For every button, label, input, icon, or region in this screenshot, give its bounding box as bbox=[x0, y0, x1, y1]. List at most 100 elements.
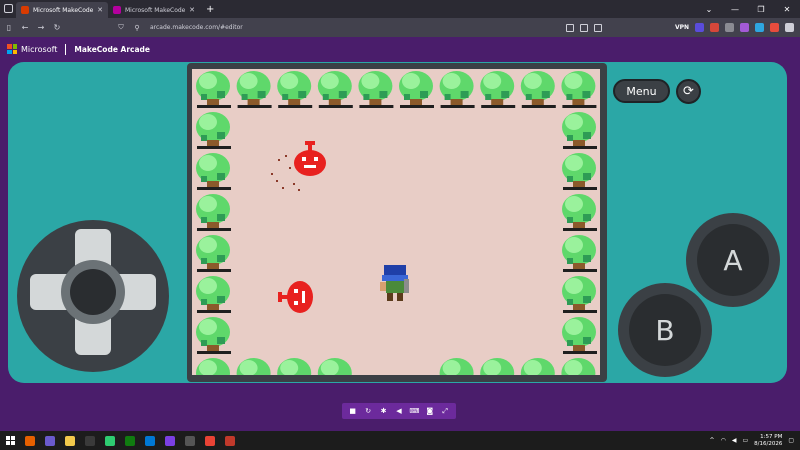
restart-game-button[interactable]: ⟳ bbox=[676, 79, 701, 104]
menu-button[interactable]: Menu bbox=[613, 79, 670, 103]
notifications-icon[interactable]: ▢ bbox=[788, 437, 794, 444]
tree-sprite bbox=[277, 71, 313, 108]
app-icon[interactable] bbox=[165, 435, 175, 446]
tab-title: Microsoft MakeCode Arcade bbox=[33, 6, 94, 14]
window-controls: ⌄ — ❐ ✕ bbox=[696, 0, 800, 18]
extensions-area: VPN bbox=[675, 20, 794, 35]
close-tab-icon[interactable]: ✕ bbox=[97, 6, 103, 14]
tree-sprite bbox=[196, 235, 231, 272]
chevron-up-icon[interactable]: ^ bbox=[710, 437, 715, 444]
battery-icon[interactable]: ▭ bbox=[742, 437, 748, 444]
tree-sprite bbox=[317, 71, 353, 108]
app-icon[interactable] bbox=[45, 435, 55, 446]
keyboard-icon[interactable]: ⌨ bbox=[408, 407, 420, 415]
reload-icon[interactable]: ↻ bbox=[50, 23, 64, 32]
particle bbox=[276, 180, 278, 182]
wifi-icon[interactable]: ◠ bbox=[721, 437, 726, 444]
extension-icon[interactable] bbox=[695, 23, 704, 32]
bookmark-icon[interactable] bbox=[594, 23, 602, 32]
sidebar-icon[interactable]: ▯ bbox=[2, 23, 16, 32]
clock[interactable]: 1:57 PM 8/16/2026 bbox=[754, 434, 782, 448]
windows-start-icon[interactable] bbox=[6, 436, 15, 445]
reader-view-icon[interactable] bbox=[580, 23, 588, 32]
tree-sprite bbox=[277, 358, 312, 375]
extension-icon[interactable] bbox=[755, 23, 764, 32]
app-icon[interactable] bbox=[185, 435, 195, 446]
app-icon[interactable] bbox=[145, 435, 155, 446]
tree-sprite bbox=[562, 317, 597, 354]
particle bbox=[293, 183, 295, 185]
brand-name[interactable]: Microsoft bbox=[21, 45, 57, 54]
browser-tab-bar: Microsoft MakeCode Arcade ✕ Microsoft Ma… bbox=[0, 0, 800, 18]
close-tab-icon[interactable]: ✕ bbox=[189, 6, 195, 14]
url-text: arcade.makecode.com/#editor bbox=[150, 24, 243, 31]
tree-sprite bbox=[561, 358, 596, 375]
app-icon[interactable] bbox=[125, 435, 135, 446]
enemy-sprite bbox=[278, 281, 313, 313]
restart-icon[interactable]: ↻ bbox=[362, 407, 374, 415]
stop-icon[interactable]: ■ bbox=[347, 407, 359, 415]
tree-sprite bbox=[196, 276, 231, 313]
game-canvas[interactable] bbox=[192, 69, 600, 375]
vpn-badge[interactable]: VPN bbox=[675, 24, 689, 31]
header-divider bbox=[65, 43, 67, 55]
clock-date: 8/16/2026 bbox=[754, 440, 783, 447]
particle bbox=[278, 159, 280, 161]
forward-icon[interactable]: → bbox=[34, 23, 48, 32]
screenshot-icon[interactable]: ◙ bbox=[424, 407, 436, 415]
tab-makecode-arcade[interactable]: Microsoft MakeCode Arcade ✕ bbox=[16, 2, 108, 18]
tree-sprite bbox=[358, 71, 394, 108]
game-screen[interactable] bbox=[192, 69, 600, 375]
maximize-icon[interactable]: ❐ bbox=[748, 5, 774, 14]
firefox-icon[interactable] bbox=[25, 435, 35, 446]
back-icon[interactable]: ← bbox=[18, 23, 32, 32]
microsoft-logo-icon bbox=[7, 44, 17, 54]
particle bbox=[271, 173, 273, 175]
new-tab-button[interactable]: + bbox=[206, 4, 214, 15]
list-tabs-icon[interactable]: ⌄ bbox=[696, 5, 722, 14]
tab-makecode-info[interactable]: Microsoft MakeCode - Bring co ✕ bbox=[108, 2, 200, 18]
tab-overview-icon[interactable] bbox=[4, 4, 13, 13]
tree-sprite bbox=[439, 71, 475, 108]
tree-sprite bbox=[520, 358, 555, 375]
fullscreen-icon[interactable]: ⤢ bbox=[439, 407, 451, 416]
picture-in-picture-icon[interactable] bbox=[566, 23, 574, 32]
makecode-header: Microsoft MakeCode Arcade bbox=[0, 37, 800, 61]
windows-taskbar: ^ ◠ ◀ ▭ 1:57 PM 8/16/2026 ▢ bbox=[0, 431, 800, 450]
tree-sprite bbox=[196, 358, 230, 375]
tree-sprite bbox=[196, 153, 231, 190]
tree-sprite bbox=[196, 317, 231, 354]
shield-icon: ⛉ bbox=[118, 23, 124, 31]
tree-sprite bbox=[562, 194, 597, 231]
volume-icon[interactable]: ◀ bbox=[732, 437, 737, 444]
tree-sprite bbox=[439, 358, 474, 375]
app-icon[interactable] bbox=[85, 435, 95, 446]
makecode-favicon-icon bbox=[21, 6, 29, 14]
tree-sprite bbox=[196, 71, 231, 108]
tab-title: Microsoft MakeCode - Bring co bbox=[125, 6, 186, 14]
minimize-icon[interactable]: — bbox=[722, 5, 748, 14]
extension-icon[interactable] bbox=[770, 23, 779, 32]
dpad-center bbox=[70, 269, 116, 315]
b-button[interactable]: B bbox=[629, 294, 701, 366]
extension-icon[interactable] bbox=[710, 23, 719, 32]
menu-icon[interactable] bbox=[785, 23, 794, 32]
close-window-icon[interactable]: ✕ bbox=[774, 5, 800, 14]
file-explorer-icon[interactable] bbox=[65, 435, 75, 446]
chrome-icon[interactable] bbox=[205, 435, 215, 446]
simulator-toolbar: ■ ↻ ✱ ◀ ⌨ ◙ ⤢ bbox=[342, 403, 456, 419]
particle bbox=[282, 187, 284, 189]
tree-sprite bbox=[520, 71, 556, 108]
url-bar[interactable]: ⛉ ⚲ arcade.makecode.com/#editor bbox=[112, 20, 602, 35]
app-icon[interactable] bbox=[105, 435, 115, 446]
tree-sprite bbox=[562, 276, 597, 313]
tree-sprite bbox=[480, 71, 516, 108]
a-button[interactable]: A bbox=[697, 224, 769, 296]
mute-icon[interactable]: ◀ bbox=[393, 407, 405, 415]
product-name[interactable]: MakeCode Arcade bbox=[74, 45, 150, 54]
extension-icon[interactable] bbox=[725, 23, 734, 32]
extension-icon[interactable] bbox=[740, 23, 749, 32]
enemy-sprite bbox=[294, 141, 326, 176]
app-icon[interactable] bbox=[225, 435, 235, 446]
debug-icon[interactable]: ✱ bbox=[378, 407, 390, 415]
